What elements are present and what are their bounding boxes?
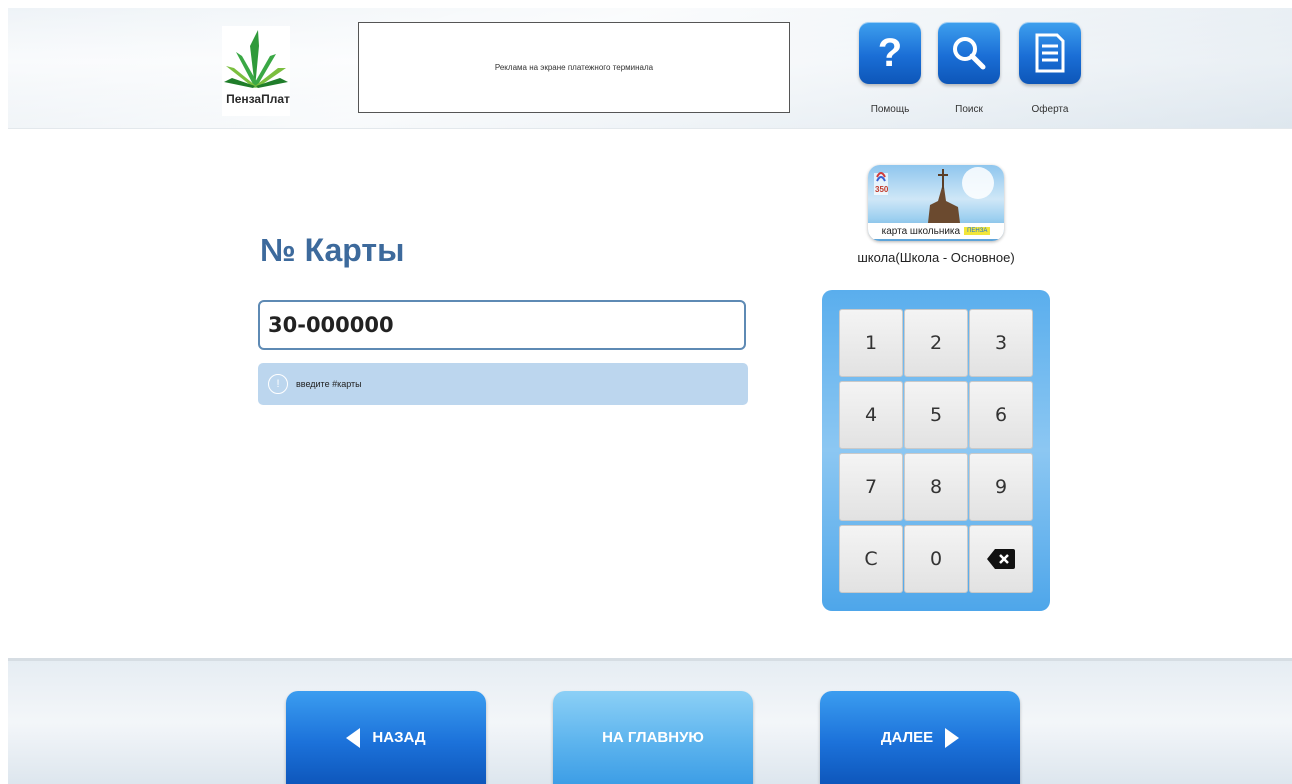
logo-leaves-icon [224, 30, 288, 88]
hint-bar: ! введите #карты [258, 363, 748, 405]
help-label[interactable]: Помощь [850, 104, 930, 115]
ad-banner[interactable]: Реклама на экране платежного терминала [358, 22, 790, 113]
search-icon [953, 37, 986, 70]
search-button[interactable] [938, 22, 1000, 84]
help-icon: ? [877, 31, 903, 75]
next-label: ДАЛЕЕ [880, 729, 934, 746]
keypad: 1 2 3 4 5 6 7 8 9 C 0 [822, 290, 1050, 611]
service-card-year: 350 [875, 185, 889, 194]
service-card-image: 350 карта школьника ПЕНЗА [868, 165, 1004, 241]
key-6[interactable]: 6 [969, 381, 1033, 449]
card-number-input[interactable]: 30-000000 [258, 300, 746, 350]
backspace-icon [987, 549, 1015, 569]
backspace-key[interactable] [969, 525, 1033, 593]
service-name: школа(Школа - Основное) [857, 250, 1015, 265]
info-icon: ! [268, 374, 288, 394]
service-card-label-bar: карта школьника ПЕНЗА [868, 223, 1004, 239]
offer-button[interactable] [1019, 22, 1081, 84]
back-label: НАЗАД [372, 729, 426, 746]
service-card-label: карта школьника [881, 225, 961, 237]
ad-text: Реклама на экране платежного терминала [494, 63, 654, 72]
help-button[interactable]: ? [859, 22, 921, 84]
logo: ПензаПлат [222, 26, 290, 116]
key-5[interactable]: 5 [904, 381, 968, 449]
search-label[interactable]: Поиск [929, 104, 1009, 115]
arrow-left-icon [346, 727, 361, 748]
home-button[interactable]: НА ГЛАВНУЮ [553, 691, 753, 784]
hint-text: введите #карты [296, 379, 362, 389]
page-title: № Карты [260, 232, 405, 268]
header: ПензаПлат Реклама на экране платежного т… [8, 8, 1292, 129]
key-0[interactable]: 0 [904, 525, 968, 593]
key-8[interactable]: 8 [904, 453, 968, 521]
arrow-right-icon [945, 727, 960, 748]
key-3[interactable]: 3 [969, 309, 1033, 377]
key-1[interactable]: 1 [839, 309, 903, 377]
document-icon [1035, 33, 1065, 73]
logo-text: ПензаПлат [226, 92, 290, 106]
key-2[interactable]: 2 [904, 309, 968, 377]
offer-label[interactable]: Оферта [1010, 104, 1090, 115]
back-button[interactable]: НАЗАД [286, 691, 486, 784]
key-9[interactable]: 9 [969, 453, 1033, 521]
key-7[interactable]: 7 [839, 453, 903, 521]
next-button[interactable]: ДАЛЕЕ [820, 691, 1020, 784]
key-4[interactable]: 4 [839, 381, 903, 449]
key-clear[interactable]: C [839, 525, 903, 593]
service-card-badge: ПЕНЗА [964, 227, 991, 235]
home-label: НА ГЛАВНУЮ [602, 729, 704, 746]
